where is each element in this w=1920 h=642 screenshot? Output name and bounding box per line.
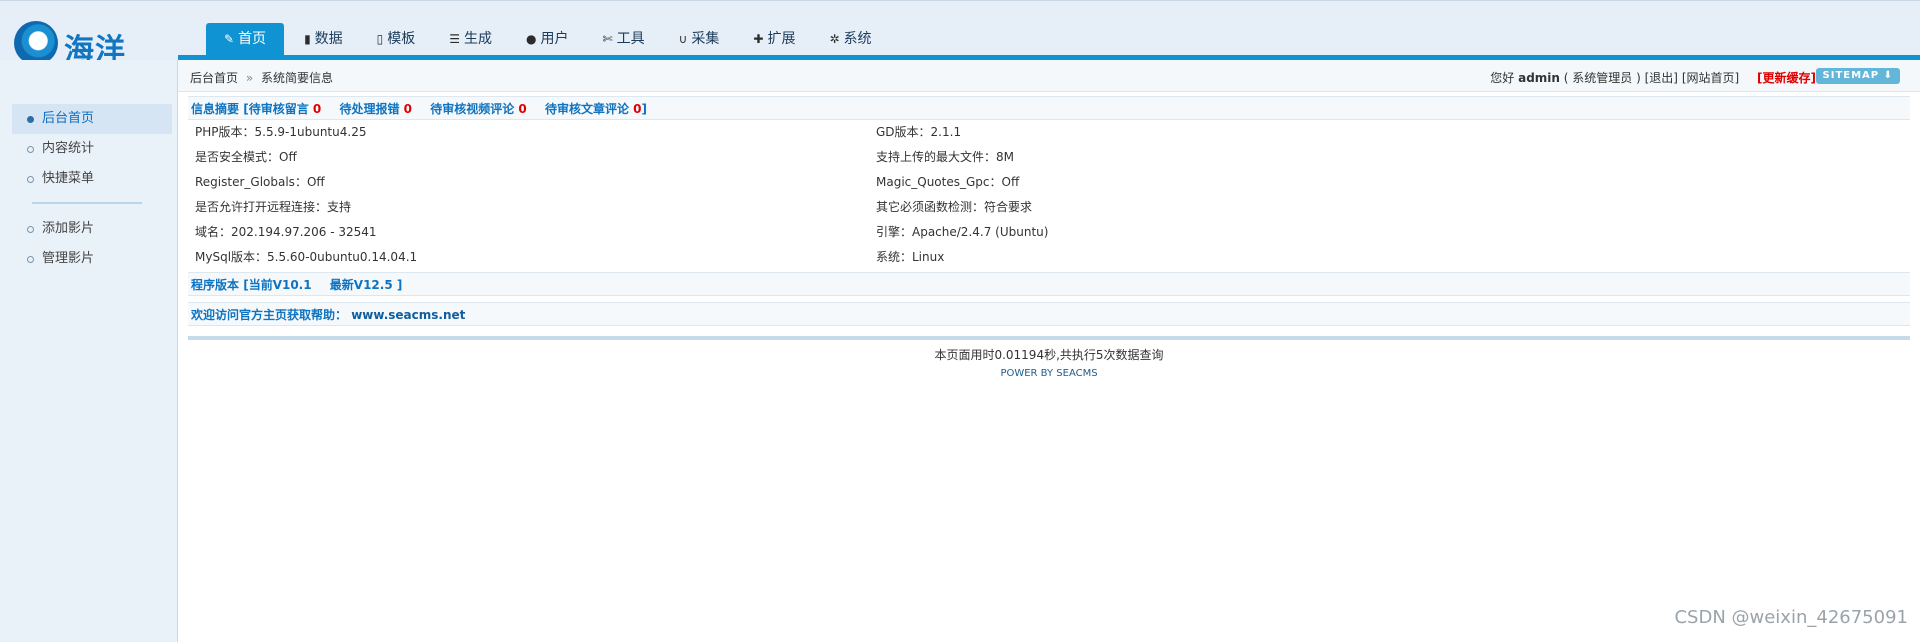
info-register-globals: Register_Globals：Off [195, 175, 325, 189]
bullet-icon [27, 256, 34, 263]
sidebar-item-content-stats[interactable]: 内容统计 [12, 134, 172, 164]
nav-home[interactable]: ✎ 首页 [206, 23, 285, 56]
breadcrumb-separator: » [245, 71, 254, 85]
book-icon: ▮ [304, 32, 311, 46]
wave-logo-icon [14, 21, 58, 65]
nav-extend[interactable]: ✚ 扩展 [753, 23, 795, 56]
sitemap-button[interactable]: SITEMAP ⬇ [1815, 68, 1900, 84]
info-engine: 引擎：Apache/2.4.7 (Ubuntu) [876, 225, 1049, 239]
bullet-icon [27, 226, 34, 233]
server-icon: ☰ [449, 32, 461, 46]
info-max-upload: 支持上传的最大文件：8M [876, 150, 1014, 164]
pending-errors-count: 0 [403, 102, 412, 116]
info-safe-mode: 是否安全模式：Off [195, 150, 297, 164]
sidebar: 后台首页 内容统计 快捷菜单 添加影片 管理影片 [0, 60, 178, 642]
sidebar-item-label: 内容统计 [42, 141, 95, 156]
pending-video-comments-count: 0 [518, 102, 527, 116]
update-cache-link[interactable]: [更新缓存] [1757, 71, 1816, 85]
bullet-icon [27, 146, 34, 153]
nav-label: 首页 [238, 31, 267, 47]
pending-messages-link[interactable]: [待审核留言 [243, 102, 309, 116]
nav-tools[interactable]: ✄ 工具 [603, 23, 645, 56]
watermark: CSDN @weixin_42675091 [1674, 607, 1908, 628]
version-title: 程序版本 [191, 278, 240, 292]
nav-system[interactable]: ✲ 系统 [829, 23, 871, 56]
breadcrumb-home-link[interactable]: 后台首页 [190, 71, 238, 85]
sidebar-divider [32, 194, 142, 204]
sidebar-item-shortcuts[interactable]: 快捷菜单 [12, 164, 172, 194]
pending-article-comments-count: 0 [633, 102, 642, 116]
content-bottom-rule [188, 336, 1910, 340]
system-info-table: PHP版本：5.5.9-1ubuntu4.25 GD版本：2.1.1 是否安全模… [188, 120, 1910, 270]
top-header: 海洋 ✎ 首页 ▮ 数据 ▯ 模板 ☰ 生成 ● 用户 ✄ 工具 ∪ 采集 ✚ … [0, 0, 1920, 68]
pending-article-comments-link[interactable]: 待审核文章评论 [545, 102, 629, 116]
breadcrumb: 后台首页 » 系统简要信息 [190, 69, 333, 86]
nav-template[interactable]: ▯ 模板 [377, 23, 416, 56]
sidebar-item-label: 管理影片 [42, 251, 95, 266]
magnet-icon: ∪ [678, 32, 688, 46]
pending-video-comments-link[interactable]: 待审核视频评论 [430, 102, 514, 116]
pending-errors-link[interactable]: 待处理报错 [339, 102, 399, 116]
sidebar-item-add-movie[interactable]: 添加影片 [12, 214, 172, 244]
welcome-text: 欢迎访问官方主页获取帮助： [191, 308, 348, 322]
username: admin [1518, 71, 1560, 85]
greeting: 您好 [1490, 71, 1515, 85]
info-gd-version: GD版本：2.1.1 [876, 125, 962, 139]
info-php-version: PHP版本：5.5.9-1ubuntu4.25 [195, 125, 367, 139]
main-nav: ✎ 首页 ▮ 数据 ▯ 模板 ☰ 生成 ● 用户 ✄ 工具 ∪ 采集 ✚ 扩展 [206, 23, 872, 56]
sidebar-item-manage-movies[interactable]: 管理影片 [12, 244, 172, 274]
breadcrumb-bar: 后台首页 » 系统简要信息 您好 admin ( 系统管理员 ) [退出] [网… [178, 60, 1920, 92]
nav-user[interactable]: ● 用户 [526, 23, 568, 56]
sidebar-menu: 后台首页 内容统计 快捷菜单 添加影片 管理影片 [12, 104, 172, 274]
nav-generate[interactable]: ☰ 生成 [449, 23, 492, 56]
sidebar-item-label: 快捷菜单 [42, 171, 95, 186]
sidebar-item-label: 后台首页 [42, 111, 95, 126]
main-content: 信息摘要 [待审核留言 0 待处理报错 0 待审核视频评论 0 待审核文章评论 … [188, 96, 1910, 340]
nav-label: 采集 [691, 31, 720, 47]
puzzle-icon: ✚ [753, 32, 764, 46]
nav-label: 用户 [540, 31, 569, 47]
summary-title: 信息摘要 [191, 102, 240, 116]
bracket-close: ] [641, 102, 647, 116]
welcome-row: 欢迎访问官方主页获取帮助： www.seacms.net [188, 302, 1910, 326]
nav-label: 生成 [464, 31, 493, 47]
user-icon: ● [526, 32, 537, 46]
official-site-link[interactable]: www.seacms.net [351, 308, 465, 322]
latest-version: 最新V12.5 ] [329, 278, 403, 292]
logout-link[interactable]: [退出] [1645, 71, 1678, 85]
version-header: 程序版本 [当前V10.1 最新V12.5 ] [188, 272, 1910, 296]
pending-messages-count: 0 [312, 102, 322, 116]
footer-stats: 本页面用时0.01194秒,共执行5次数据查询 [934, 348, 1164, 362]
info-functions-check: 其它必须函数检测：符合要求 [876, 200, 1033, 214]
site-home-link[interactable]: [网站首页] [1682, 71, 1739, 85]
info-mysql-version: MySql版本：5.5.60-0ubuntu0.14.04.1 [195, 250, 418, 264]
footer-power: POWER BY SEACMS [1000, 368, 1098, 379]
bullet-icon [27, 176, 34, 183]
current-version: [当前V10.1 [243, 278, 312, 292]
bullet-icon [27, 116, 34, 123]
breadcrumb-current: 系统简要信息 [261, 71, 334, 85]
info-os: 系统：Linux [876, 250, 945, 264]
user-info: 您好 admin ( 系统管理员 ) [退出] [网站首页] [更新缓存] [1490, 69, 1816, 86]
info-magic-quotes: Magic_Quotes_Gpc：Off [876, 175, 1020, 189]
nav-label: 系统 [843, 31, 872, 47]
edit-icon: ✎ [224, 32, 235, 46]
info-remote-open: 是否允许打开远程连接：支持 [195, 200, 352, 214]
nav-label: 模板 [387, 31, 416, 47]
nav-collect[interactable]: ∪ 采集 [679, 23, 720, 56]
nav-label: 数据 [314, 31, 343, 47]
summary-header: 信息摘要 [待审核留言 0 待处理报错 0 待审核视频评论 0 待审核文章评论 … [188, 96, 1910, 120]
info-domain: 域名：202.194.97.206 - 32541 [195, 225, 377, 239]
wrench-icon: ✄ [602, 32, 613, 46]
nav-label: 工具 [616, 31, 645, 47]
gear-icon: ✲ [829, 32, 840, 46]
nav-data[interactable]: ▮ 数据 [304, 23, 343, 56]
file-icon: ▯ [376, 32, 384, 46]
user-role: ( 系统管理员 ) [1563, 71, 1641, 85]
nav-label: 扩展 [767, 31, 796, 47]
sidebar-item-home[interactable]: 后台首页 [12, 104, 172, 134]
sidebar-item-label: 添加影片 [42, 221, 95, 236]
